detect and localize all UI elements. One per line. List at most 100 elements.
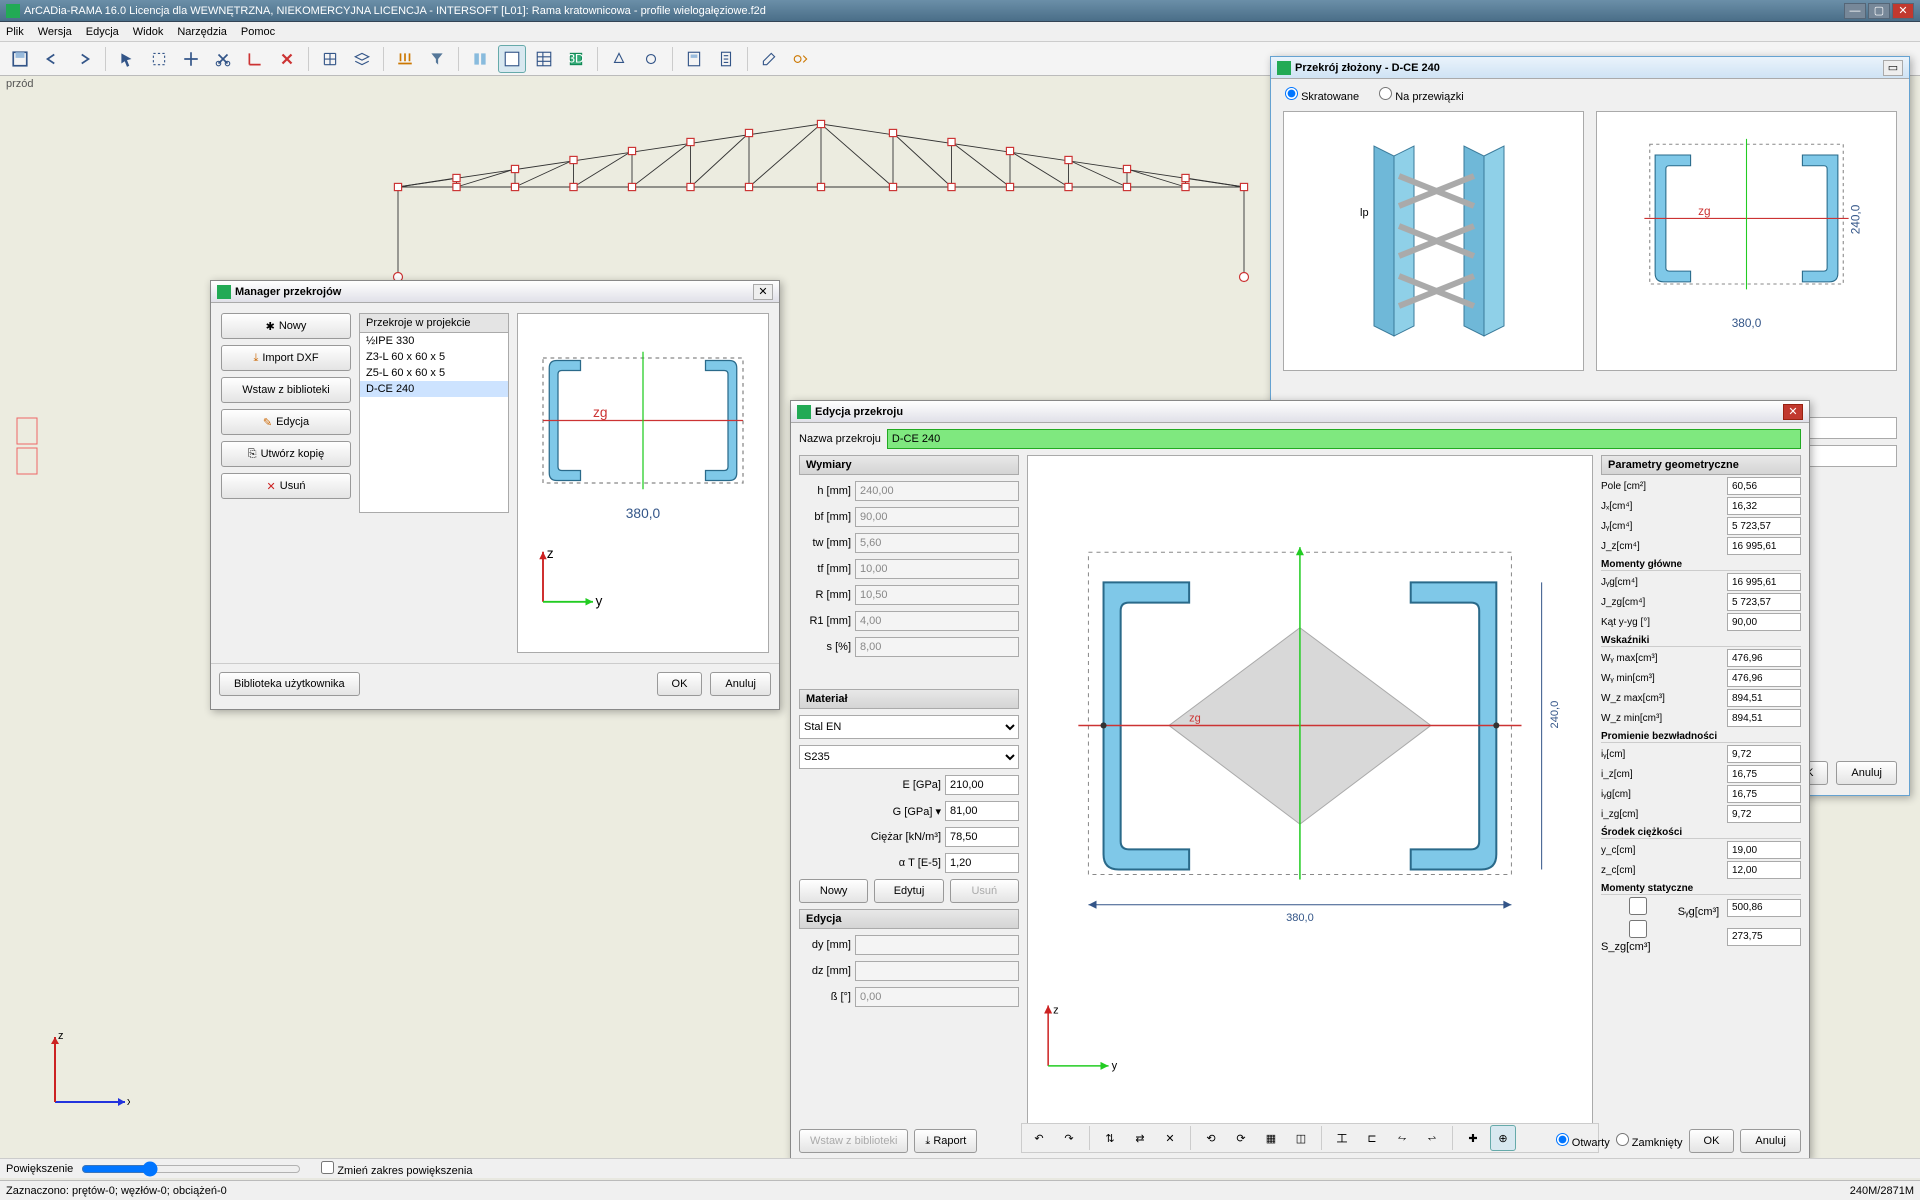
- material-delete-button[interactable]: Usuń: [950, 879, 1019, 903]
- rotate-left-icon[interactable]: ⟲: [1198, 1125, 1224, 1151]
- battened-radio[interactable]: Na przewiązki: [1379, 87, 1464, 103]
- tool-undo-icon[interactable]: [38, 45, 66, 73]
- alpha-input[interactable]: [945, 853, 1019, 873]
- tool-calc-icon[interactable]: [680, 45, 708, 73]
- copy-button[interactable]: ⎘Utwórz kopię: [221, 441, 351, 467]
- ok-button[interactable]: OK: [1689, 1129, 1735, 1153]
- material-new-button[interactable]: Nowy: [799, 879, 868, 903]
- material-class-select[interactable]: S235: [799, 745, 1019, 769]
- user-library-button[interactable]: Biblioteka użytkownika: [219, 672, 360, 696]
- new-button[interactable]: ✱Nowy: [221, 313, 351, 339]
- dialog-title: Przekrój złożony - D-CE 240: [1295, 62, 1883, 74]
- section-c-icon[interactable]: ⊏: [1359, 1125, 1385, 1151]
- tool-report-icon[interactable]: [712, 45, 740, 73]
- dz-input[interactable]: [855, 961, 1019, 981]
- add-icon[interactable]: ✚: [1460, 1125, 1486, 1151]
- app-icon: [6, 4, 20, 18]
- closed-radio[interactable]: Zamknięty: [1616, 1133, 1683, 1149]
- mirror-v-icon[interactable]: ⇅: [1097, 1125, 1123, 1151]
- material-edit-button[interactable]: Edytuj: [874, 879, 943, 903]
- snap-icon[interactable]: ◫: [1288, 1125, 1314, 1151]
- list-item[interactable]: Z3-L 60 x 60 x 5: [360, 349, 508, 365]
- maximize-button[interactable]: ▢: [1868, 3, 1890, 19]
- tool-3d-icon[interactable]: 3D: [562, 45, 590, 73]
- tool-delete-icon[interactable]: [273, 45, 301, 73]
- ok-button[interactable]: OK: [657, 672, 703, 696]
- weight-input[interactable]: [945, 827, 1019, 847]
- menu-wersja[interactable]: Wersja: [38, 26, 72, 38]
- list-item[interactable]: ½IPE 330: [360, 333, 508, 349]
- tool-load-icon[interactable]: [391, 45, 419, 73]
- menu-widok[interactable]: Widok: [133, 26, 164, 38]
- tool-pointer-icon[interactable]: [113, 45, 141, 73]
- svg-text:380,0: 380,0: [1732, 316, 1762, 330]
- e-input[interactable]: [945, 775, 1019, 795]
- section-name-input[interactable]: [887, 429, 1801, 449]
- tool-grid-icon[interactable]: [316, 45, 344, 73]
- close-icon[interactable]: ✕: [1783, 404, 1803, 420]
- edit-button[interactable]: ✎Edycja: [221, 409, 351, 435]
- close-icon[interactable]: ✕: [753, 284, 773, 300]
- szg-checkbox[interactable]: [1601, 920, 1675, 938]
- svg-text:y: y: [596, 594, 603, 609]
- tool-section-icon[interactable]: [466, 45, 494, 73]
- zoom-range-checkbox[interactable]: Zmień zakres powiększenia: [321, 1161, 472, 1177]
- insert-from-library-button[interactable]: Wstaw z biblioteki: [221, 377, 351, 403]
- material-type-select[interactable]: Stal EN: [799, 715, 1019, 739]
- center-icon[interactable]: ⊕: [1490, 1125, 1516, 1151]
- tool-redo-icon[interactable]: [70, 45, 98, 73]
- view-label: przód: [6, 78, 34, 90]
- tool-layers-icon[interactable]: [348, 45, 376, 73]
- tool-filter-icon[interactable]: [423, 45, 451, 73]
- tool-cut-icon[interactable]: [209, 45, 237, 73]
- close-icon[interactable]: ▭: [1883, 60, 1903, 76]
- rotate-right-icon[interactable]: ⟳: [1228, 1125, 1254, 1151]
- redo-icon[interactable]: ↷: [1056, 1125, 1082, 1151]
- cancel-button[interactable]: Anuluj: [710, 672, 771, 696]
- tool-save-icon[interactable]: [6, 45, 34, 73]
- section-i-icon[interactable]: 工: [1329, 1125, 1355, 1151]
- tool-table-icon[interactable]: [530, 45, 558, 73]
- menu-pomoc[interactable]: Pomoc: [241, 26, 275, 38]
- menubar: Plik Wersja Edycja Widok Narzędzia Pomoc: [0, 22, 1920, 42]
- section-list[interactable]: ½IPE 330 Z3-L 60 x 60 x 5 Z5-L 60 x 60 x…: [359, 333, 509, 513]
- dy-input[interactable]: [855, 935, 1019, 955]
- list-item[interactable]: Z5-L 60 x 60 x 5: [360, 365, 508, 381]
- tool-settings-icon[interactable]: [755, 45, 783, 73]
- r-input: [855, 585, 1019, 605]
- cancel-button[interactable]: Anuluj: [1740, 1129, 1801, 1153]
- menu-narzedzia[interactable]: Narzędzia: [177, 26, 227, 38]
- flip-h-icon[interactable]: ⥊: [1389, 1125, 1415, 1151]
- svg-text:x: x: [127, 1096, 130, 1108]
- close-button[interactable]: ✕: [1892, 3, 1914, 19]
- g-input[interactable]: [945, 801, 1019, 821]
- beta-input: [855, 987, 1019, 1007]
- bf-input: [855, 507, 1019, 527]
- tool-hinge-icon[interactable]: [637, 45, 665, 73]
- latticed-radio[interactable]: Skratowane: [1285, 87, 1359, 103]
- delete-button[interactable]: ✕Usuń: [221, 473, 351, 499]
- tool-axes-icon[interactable]: [241, 45, 269, 73]
- open-radio[interactable]: Otwarty: [1556, 1133, 1610, 1149]
- menu-edycja[interactable]: Edycja: [86, 26, 119, 38]
- section-drawing[interactable]: zg 380,0 240,0 z y: [1027, 455, 1593, 1153]
- align-icon[interactable]: ▦: [1258, 1125, 1284, 1151]
- mirror-h-icon[interactable]: ⇄: [1127, 1125, 1153, 1151]
- delete-icon[interactable]: ✕: [1157, 1125, 1183, 1151]
- tool-support-icon[interactable]: [605, 45, 633, 73]
- syg-checkbox[interactable]: [1601, 897, 1675, 915]
- minimize-button[interactable]: —: [1844, 3, 1866, 19]
- list-item[interactable]: D-CE 240: [360, 381, 508, 397]
- import-dxf-button[interactable]: ⤓Import DXF: [221, 345, 351, 371]
- tool-view2d-icon[interactable]: [498, 45, 526, 73]
- tool-help-icon[interactable]: [787, 45, 815, 73]
- tool-move-icon[interactable]: [177, 45, 205, 73]
- report-button[interactable]: ⤓ Raport: [914, 1129, 977, 1153]
- tool-select-icon[interactable]: [145, 45, 173, 73]
- name-label: Nazwa przekroju: [799, 433, 881, 445]
- cancel-button[interactable]: Anuluj: [1836, 761, 1897, 785]
- flip-v-icon[interactable]: ⥋: [1419, 1125, 1445, 1151]
- zoom-slider[interactable]: [81, 1161, 301, 1177]
- menu-plik[interactable]: Plik: [6, 26, 24, 38]
- undo-icon[interactable]: ↶: [1026, 1125, 1052, 1151]
